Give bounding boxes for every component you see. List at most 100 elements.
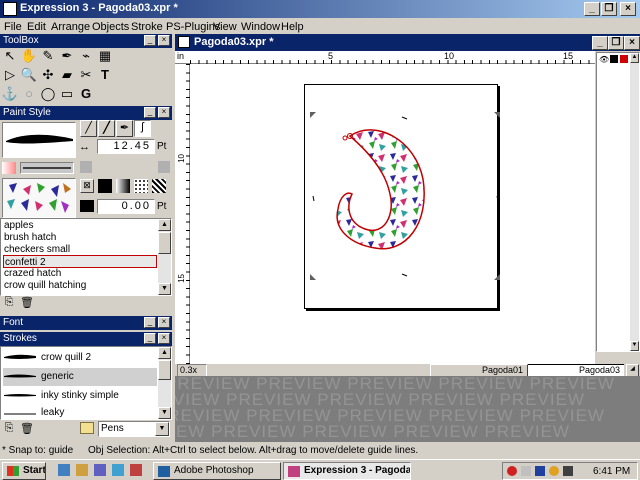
stroke-preview[interactable] — [2, 122, 76, 158]
color-black-swatch[interactable] — [80, 200, 94, 212]
quicklaunch-icon[interactable] — [94, 464, 106, 476]
hand-tool-icon[interactable]: ✋ — [20, 47, 38, 65]
scroll-thumb[interactable] — [158, 360, 171, 380]
subselect-tool-icon[interactable]: ▷ — [1, 66, 19, 84]
zoom-tool-icon[interactable]: 🔍 — [20, 66, 38, 84]
restore-icon[interactable]: ❐ — [601, 2, 617, 16]
confetti-shape[interactable] — [336, 129, 425, 250]
gray-swatch[interactable] — [80, 161, 92, 173]
quicklaunch-icon[interactable] — [76, 464, 88, 476]
document-icon[interactable] — [178, 36, 190, 48]
marquee-tool-icon[interactable]: ▦ — [96, 47, 114, 65]
node-tool-icon[interactable]: ✣ — [39, 66, 57, 84]
scroll-down-icon[interactable]: ▼ — [158, 407, 171, 419]
spiral-tool-icon[interactable]: G — [77, 85, 95, 103]
lock-icon[interactable] — [610, 55, 618, 63]
pen-tool-icon[interactable]: ✒ — [58, 47, 76, 65]
palette-minimize-icon[interactable]: _ — [144, 317, 156, 328]
transparency-slider[interactable] — [20, 162, 74, 174]
scissors-tool-icon[interactable]: ✂ — [77, 66, 95, 84]
palette-close-icon[interactable]: × — [158, 317, 170, 328]
list-item[interactable]: inky stinky simple — [3, 387, 157, 405]
pattern-preview[interactable] — [2, 178, 76, 218]
menu-arrange[interactable]: Arrange — [51, 21, 90, 33]
pen-nib-icon[interactable]: ✒ — [116, 120, 133, 137]
anchor-point[interactable] — [342, 135, 348, 141]
tray-icon[interactable] — [507, 466, 517, 476]
fill-swatch-icon[interactable] — [2, 162, 16, 174]
list-item[interactable]: crow quill 2 — [3, 349, 157, 367]
palette-close-icon[interactable]: × — [158, 333, 170, 344]
quicklaunch-icon[interactable] — [130, 464, 142, 476]
list-item[interactable]: crow quill hatching — [3, 279, 157, 292]
close-icon[interactable]: × — [620, 2, 636, 16]
strokes-list-scrollbar[interactable]: ▲ ▼ — [158, 347, 171, 419]
scroll-up-icon[interactable]: ▲ — [158, 347, 171, 359]
magnifier-tool-icon[interactable]: ○ — [20, 85, 38, 103]
minimize-icon[interactable]: _ — [584, 2, 600, 16]
list-item[interactable]: leaky — [3, 406, 157, 420]
menu-view[interactable]: View — [213, 21, 237, 33]
scroll-up-icon[interactable]: ▲ — [158, 219, 171, 231]
gray-swatch-right[interactable] — [158, 161, 170, 173]
doc-restore-icon[interactable]: ❐ — [608, 36, 624, 50]
quicklaunch-icon[interactable] — [112, 464, 124, 476]
style-list[interactable]: apples brush hatch checkers small confet… — [0, 218, 172, 296]
menu-file[interactable]: File — [4, 21, 22, 33]
start-button[interactable]: Start — [2, 462, 46, 480]
chevron-down-icon[interactable]: ▼ — [155, 422, 169, 436]
tray-icon[interactable] — [549, 466, 559, 476]
width-field[interactable]: 12.45 — [97, 139, 155, 154]
palette-minimize-icon[interactable]: _ — [144, 35, 156, 46]
strokes-list[interactable]: crow quill 2 generic inky stinky simple … — [0, 346, 172, 420]
stroke-category-select[interactable]: Pens ▼ — [98, 421, 170, 437]
palette-close-icon[interactable]: × — [158, 107, 170, 118]
gradient-fill-icon[interactable] — [116, 179, 130, 193]
offset-field[interactable]: 0.00 — [97, 199, 155, 214]
canvas[interactable] — [190, 64, 595, 364]
artwork[interactable] — [190, 64, 595, 364]
anchor-tool-icon[interactable]: ⚓ — [1, 85, 19, 103]
eye-icon[interactable]: 👁 — [599, 55, 609, 64]
no-fill-icon[interactable]: ⊠ — [80, 179, 94, 193]
tray-icon[interactable] — [535, 466, 545, 476]
palette-minimize-icon[interactable]: _ — [144, 107, 156, 118]
app-icon[interactable] — [3, 2, 17, 16]
text-tool-icon[interactable]: T — [96, 66, 114, 84]
line-style-icon[interactable]: ╱ — [80, 120, 97, 137]
eraser-tool-icon[interactable]: ▰ — [58, 66, 76, 84]
menu-edit[interactable]: Edit — [27, 21, 46, 33]
palette-close-icon[interactable]: × — [158, 35, 170, 46]
task-expression[interactable]: Expression 3 - Pagoda... — [283, 462, 411, 480]
doc-minimize-icon[interactable]: _ — [592, 36, 608, 50]
thick-line-icon[interactable]: ╱ — [98, 120, 115, 137]
scroll-down-icon[interactable]: ▼ — [158, 283, 171, 295]
scroll-down-icon[interactable]: ▼ — [630, 341, 639, 351]
new-stroke-icon[interactable]: ⎘ — [2, 422, 16, 436]
list-item-selected[interactable]: generic — [3, 368, 157, 386]
brush-tool-icon[interactable]: ✎ — [39, 47, 57, 65]
menu-window[interactable]: Window — [241, 21, 280, 33]
menu-stroke[interactable]: Stroke — [131, 21, 163, 33]
ellipse-tool-icon[interactable]: ◯ — [39, 85, 57, 103]
texture-fill-icon[interactable] — [152, 179, 166, 193]
knife-tool-icon[interactable]: ⌁ — [77, 47, 95, 65]
menu-help[interactable]: Help — [281, 21, 304, 33]
arrow-tool-icon[interactable]: ↖ — [1, 47, 19, 65]
scroll-up-icon[interactable]: ▲ — [630, 53, 639, 63]
layer-color-icon[interactable] — [620, 55, 628, 63]
quicklaunch-icon[interactable] — [58, 464, 70, 476]
doc-close-icon[interactable]: × — [624, 36, 640, 50]
pattern-fill-icon[interactable] — [134, 179, 148, 193]
new-style-icon[interactable]: ⎘ — [2, 296, 16, 310]
speaker-icon[interactable] — [563, 466, 573, 476]
scroll-thumb[interactable] — [158, 232, 171, 254]
clock[interactable]: 6:41 PM — [593, 466, 630, 477]
solid-fill-icon[interactable] — [98, 179, 112, 193]
trash-icon[interactable]: 🗑 — [20, 422, 34, 436]
layers-scrollbar[interactable]: ▲ ▼ — [630, 53, 639, 351]
tray-icon[interactable] — [521, 466, 531, 476]
task-adobe-photoshop[interactable]: Adobe Photoshop — [153, 462, 281, 480]
menu-objects[interactable]: Objects — [92, 21, 129, 33]
rectangle-tool-icon[interactable]: ▭ — [58, 85, 76, 103]
